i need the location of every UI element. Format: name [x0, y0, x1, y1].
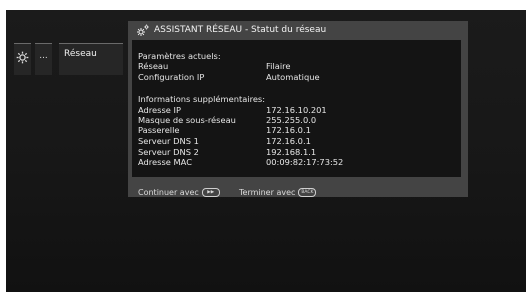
ip-config-value: Automatique — [266, 72, 320, 82]
ip-address-label: Adresse IP — [138, 105, 181, 115]
dns2-value: 192.168.1.1 — [266, 147, 317, 157]
current-settings-heading: Paramètres actuels: — [138, 51, 221, 61]
more-label: ... — [39, 51, 48, 61]
dialog-title: ASSISTANT RÉSEAU - Statut du réseau — [154, 25, 327, 35]
extra-info-heading: Informations supplémentaires: — [138, 94, 266, 104]
status-panel: Paramètres actuels: Réseau Filaire Confi… — [132, 40, 461, 177]
gateway-value: 172.16.0.1 — [266, 125, 311, 135]
network-type-label: Réseau — [138, 61, 169, 71]
network-type-value: Filaire — [266, 61, 291, 71]
tv-screen: ... Réseau ASSISTANT RÉSEAU - Statut du … — [6, 10, 526, 292]
gears-icon — [137, 24, 149, 36]
gear-icon — [16, 51, 29, 64]
dns2-label: Serveur DNS 2 — [138, 147, 199, 157]
dns1-label: Serveur DNS 1 — [138, 136, 199, 146]
network-status-dialog: ASSISTANT RÉSEAU - Statut du réseau Para… — [128, 21, 468, 197]
mac-address-label: Adresse MAC — [138, 157, 192, 167]
menu-tile-network[interactable]: Réseau — [59, 43, 123, 75]
menu-tile-settings[interactable] — [14, 43, 31, 75]
fast-forward-key-icon: ▶▶ — [201, 188, 220, 197]
subnet-mask-label: Masque de sous-réseau — [138, 115, 236, 125]
continue-label: Continuer avec — [138, 188, 199, 197]
menu-tile-more[interactable]: ... — [35, 43, 52, 75]
dns1-value: 172.16.0.1 — [266, 136, 311, 146]
network-label: Réseau — [64, 49, 97, 59]
ip-config-label: Configuration IP — [138, 72, 205, 82]
gateway-label: Passerelle — [138, 125, 180, 135]
back-key-icon: BACK — [298, 188, 317, 197]
continue-hint[interactable]: Continuer avec ▶▶ — [138, 188, 220, 197]
subnet-mask-value: 255.255.0.0 — [266, 115, 317, 125]
finish-hint[interactable]: Terminer avec BACK — [239, 188, 317, 197]
mac-address-value: 00:09:82:17:73:52 — [266, 157, 344, 167]
ip-address-value: 172.16.10.201 — [266, 105, 327, 115]
finish-label: Terminer avec — [239, 188, 296, 197]
dialog-title-bar: ASSISTANT RÉSEAU - Statut du réseau — [128, 21, 468, 39]
